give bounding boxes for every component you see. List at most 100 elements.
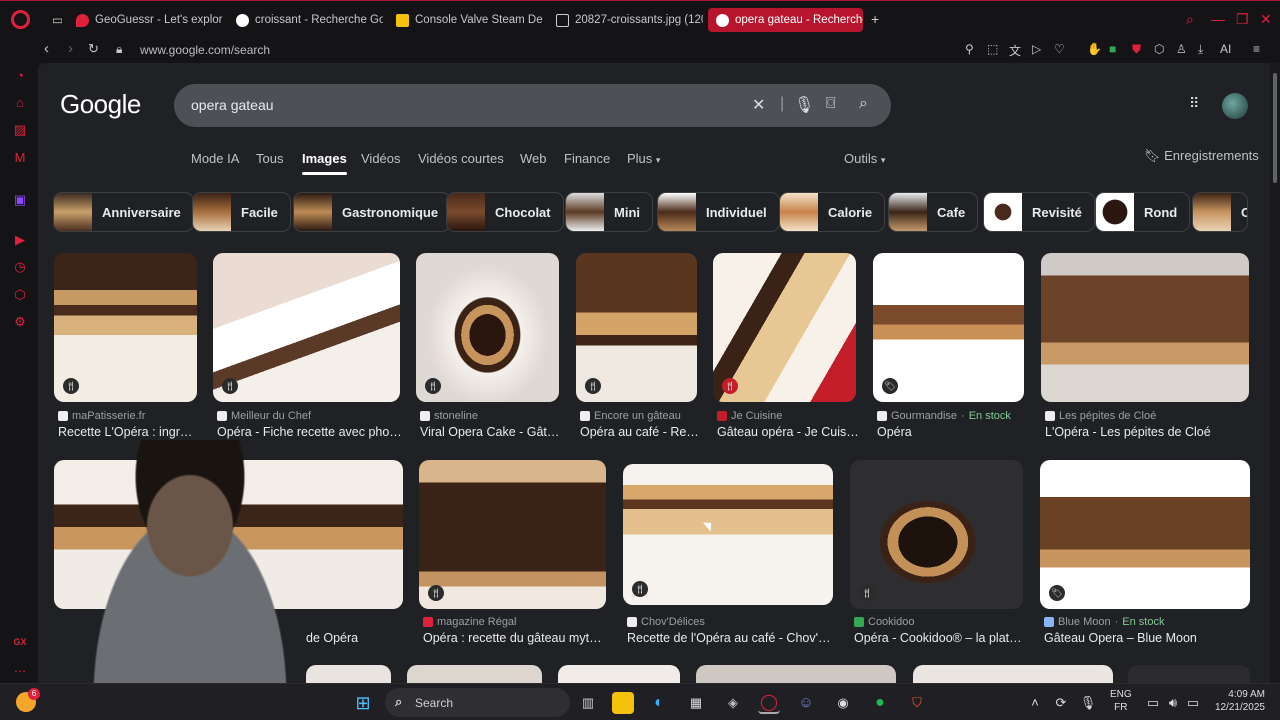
snapshot-icon[interactable]: ⬚ [987,42,998,56]
ublock-icon[interactable]: ⛊ [1132,42,1141,57]
extensions-icon[interactable]: ⬡ [1154,42,1164,56]
brave-icon[interactable]: ⛉ [906,692,928,714]
tools-button[interactable]: Outils ▾ [844,151,885,166]
history-icon[interactable]: ◷ [12,260,28,274]
result-image-5[interactable]: 🍴︎ [713,253,856,402]
chip-mini[interactable]: Mini [565,192,653,232]
tab-videos-courtes[interactable]: Vidéos courtes [418,151,504,166]
tab-plus[interactable]: Plus ▾ [627,151,660,166]
result-image-9[interactable]: 🍴︎ [419,460,606,609]
tab-croissant[interactable]: croissant - Recherche Goo [228,8,383,32]
pin-icon[interactable]: ⚲ [965,42,974,56]
forward-icon[interactable]: › [68,40,73,57]
result-image-4[interactable]: 🍴︎ [576,253,697,402]
apps-grid-icon[interactable]: ⠿ [1189,95,1199,112]
settings-icon[interactable]: ⚙ [12,315,28,329]
workspaces-icon[interactable]: ▭ [44,8,62,32]
discord-icon[interactable]: ☺ [795,692,817,714]
gx-control-icon[interactable]: ◔ [12,69,28,83]
result-title[interactable]: Opéra - Fiche recette avec pho… [217,425,402,439]
result-image-2[interactable]: 🍴︎ [213,253,400,402]
tab-web[interactable]: Web [520,151,547,166]
reload-icon[interactable]: ↻ [88,41,99,57]
result-title[interactable]: Viral Opera Cake - Gât… [420,425,560,439]
url-field[interactable]: www.google.com/search [140,43,270,57]
language-indicator[interactable]: ENG FR [1110,688,1132,714]
extension-green-icon[interactable]: ■ [1109,42,1116,56]
menu-icon[interactable]: ≡ [1253,42,1260,56]
result-image-18[interactable] [1128,665,1250,683]
result-image-15[interactable] [558,665,680,683]
chip-rond[interactable]: Rond [1095,192,1191,232]
back-icon[interactable]: ‹ [44,40,49,57]
file-explorer-icon[interactable] [612,692,634,714]
tab-opera-gateau[interactable]: opera gateau - Recherche [708,8,863,32]
gx-corner-icon[interactable]: ⌂ [12,96,28,110]
tab-geoguessr[interactable]: GeoGuessr - Let's explore [68,8,223,32]
result-title[interactable]: Opéra [877,425,1022,439]
result-title[interactable]: Opéra au café - Re… [580,425,700,439]
lens-icon[interactable]: ⌼ [826,95,836,113]
obs-icon[interactable]: ◉ [832,692,854,714]
search-icon[interactable]: ⌕ [859,95,868,113]
chip-c[interactable]: C [1192,192,1248,232]
result-image-3[interactable]: 🍴︎ [416,253,559,402]
chip-facile[interactable]: Facile [192,192,291,232]
player-icon[interactable]: ▶ [12,233,28,247]
clear-icon[interactable]: ✕ [752,95,765,115]
saved-button[interactable]: 🔖︎ Enregistrements [1144,148,1259,164]
chip-revisite[interactable]: Revisité [983,192,1095,232]
result-title[interactable]: Opéra : recette du gâteau mythi… [423,631,608,645]
network-icon[interactable]: ▭ [1142,692,1164,714]
tab-steam-deck[interactable]: Console Valve Steam Deck [388,8,543,32]
result-image-11[interactable]: 🍴︎ [850,460,1023,609]
store-icon[interactable]: ▦ [685,692,707,714]
result-image-6[interactable]: 🏷︎ [873,253,1024,402]
search-input[interactable]: opera gateau ✕ | 🎙︎ ⌼ ⌕ [174,84,891,127]
gmail-icon[interactable]: M [12,151,28,165]
result-title[interactable]: Gâteau opéra - Je Cuis… [717,425,862,439]
more-icon[interactable]: … [12,661,28,675]
search-tabs-icon[interactable]: ⌕ [1186,11,1194,28]
minimize-icon[interactable]: — [1211,11,1225,27]
result-image-7[interactable] [1041,253,1249,402]
hot-tabs-icon[interactable]: ▨ [12,123,28,137]
tab-mode-ia[interactable]: Mode IA [191,151,239,166]
play-icon[interactable]: ▷ [1032,42,1041,56]
google-logo[interactable]: Google [60,89,141,120]
avatar[interactable] [1222,93,1248,119]
taskbar-search[interactable]: ⌕ Search [385,688,570,717]
extensions-side-icon[interactable]: ⬡ [12,288,28,302]
maximize-icon[interactable]: ❐ [1236,11,1249,28]
chip-gastronomique[interactable]: Gastronomique [293,192,452,232]
tab-images[interactable]: Images [302,151,347,175]
result-title[interactable]: Recette L'Opéra : ingré… [58,425,198,439]
tab-croissants-jpg[interactable]: 20827-croissants.jpg (120 [548,8,703,32]
profile-icon[interactable]: ♙ [1176,42,1187,56]
result-image-1[interactable]: 🍴︎ [54,253,197,402]
twitch-icon[interactable]: ▣ [12,193,28,207]
volume-icon[interactable]: 🔊︎ [1162,692,1184,714]
task-view-icon[interactable]: ▥ [577,692,599,714]
result-title[interactable]: L'Opéra - Les pépites de Cloé [1045,425,1250,439]
result-title[interactable]: Opéra - Cookidoo® – la plat… [854,631,1024,645]
clock[interactable]: 4:09 AM 12/21/2025 [1205,688,1265,714]
result-title[interactable]: Recette de l'Opéra au café - Chov'… [627,631,832,645]
unity-icon[interactable]: ◈ [722,692,744,714]
result-image-16[interactable] [696,665,896,683]
ai-button[interactable]: AI [1220,42,1246,56]
chip-calorie[interactable]: Calorie [779,192,886,232]
result-image-10[interactable]: 🍴︎ [623,464,833,605]
tray-chevron-icon[interactable]: ˄ [1024,692,1046,714]
heart-icon[interactable]: ♡ [1054,42,1065,56]
tab-videos[interactable]: Vidéos [361,151,401,166]
result-image-14[interactable] [407,665,542,683]
tab-tous[interactable]: Tous [256,151,283,166]
opera-gx-taskbar-icon[interactable]: ◯ [758,692,780,714]
mic-tray-icon[interactable]: 🎙︎ [1077,692,1099,714]
sync-icon[interactable]: ⟳ [1050,692,1072,714]
chip-chocolat[interactable]: Chocolat [446,192,564,232]
result-image-17[interactable] [913,665,1113,683]
new-tab-icon[interactable]: + [871,11,879,27]
spotify-icon[interactable]: ● [869,692,891,714]
